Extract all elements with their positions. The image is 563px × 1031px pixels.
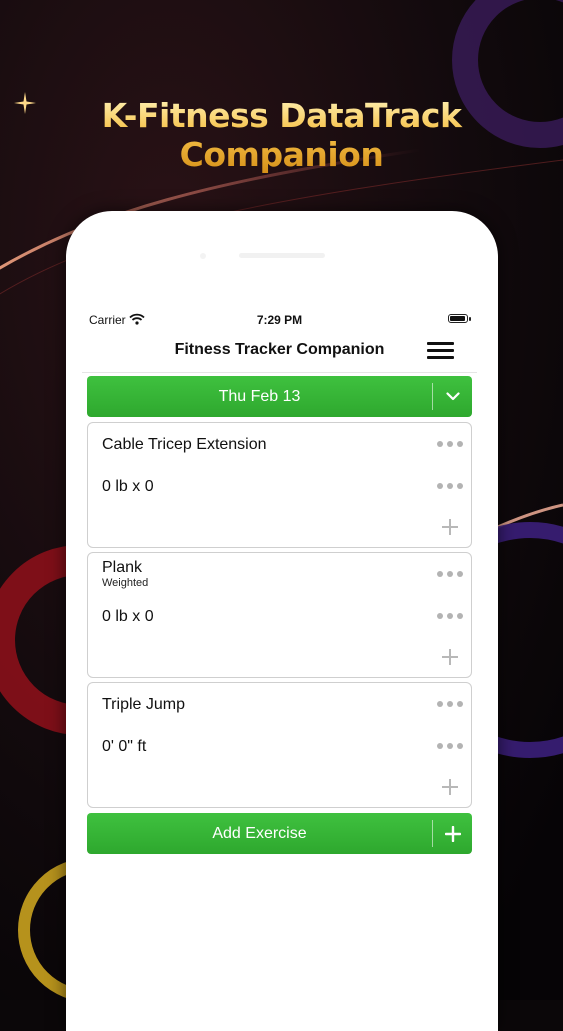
phone-speaker xyxy=(239,253,325,258)
page-title: Fitness Tracker Companion xyxy=(174,341,385,358)
set-value[interactable]: 0 lb x 0 xyxy=(102,478,154,496)
plus-icon[interactable] xyxy=(433,813,472,854)
date-picker-button[interactable]: Thu Feb 13 xyxy=(87,376,472,417)
exercise-card[interactable]: Cable Tricep Extension 0 lb x 0 xyxy=(87,422,472,548)
set-options-icon[interactable] xyxy=(437,612,465,620)
date-label: Thu Feb 13 xyxy=(218,388,301,405)
exercise-name: Triple Jump xyxy=(102,696,185,713)
phone-camera xyxy=(200,253,206,259)
promo-headline: K-Fitness DataTrack Companion xyxy=(0,96,563,174)
exercise-name: Cable Tricep Extension xyxy=(102,436,267,453)
set-options-icon[interactable] xyxy=(437,482,465,490)
chevron-down-icon[interactable] xyxy=(433,376,472,417)
status-time: 7:29 PM xyxy=(256,313,303,327)
add-exercise-label: Add Exercise xyxy=(212,825,307,842)
set-options-icon[interactable] xyxy=(437,742,465,750)
exercise-name: Plank xyxy=(102,559,143,576)
add-set-icon[interactable] xyxy=(442,779,458,795)
hamburger-menu-icon[interactable] xyxy=(427,341,454,361)
nav-bar: Fitness Tracker Companion xyxy=(82,332,477,373)
add-exercise-button[interactable]: Add Exercise xyxy=(87,813,472,854)
app-screen: Carrier 7:29 PM Fitness Tracker Companio… xyxy=(82,308,477,1000)
status-bar: Carrier 7:29 PM xyxy=(82,308,477,332)
set-value[interactable]: 0' 0" ft xyxy=(102,738,146,756)
battery-icon xyxy=(448,314,468,323)
exercise-card[interactable]: Plank Weighted 0 lb x 0 xyxy=(87,552,472,678)
add-set-icon[interactable] xyxy=(442,519,458,535)
exercise-card[interactable]: Triple Jump 0' 0" ft xyxy=(87,682,472,808)
more-options-icon[interactable] xyxy=(437,570,465,578)
set-value[interactable]: 0 lb x 0 xyxy=(102,608,154,626)
more-options-icon[interactable] xyxy=(437,440,465,448)
more-options-icon[interactable] xyxy=(437,700,465,708)
exercise-subtitle: Weighted xyxy=(102,577,149,589)
battery-tip xyxy=(469,317,471,321)
add-set-icon[interactable] xyxy=(442,649,458,665)
